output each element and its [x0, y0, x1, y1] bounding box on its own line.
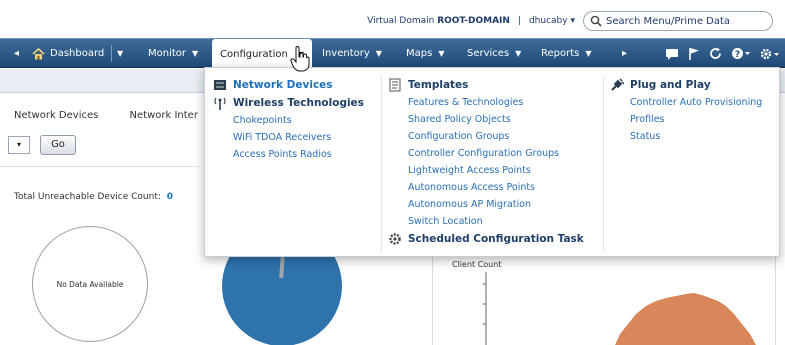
hand-cursor-icon: [290, 46, 310, 72]
user-menu[interactable]: dhucaby ▾: [529, 16, 575, 26]
nav-label-maps: Maps: [406, 48, 433, 59]
chevron-down-icon: ▾: [16, 140, 21, 149]
nav-back-arrow-icon[interactable]: ◂: [14, 39, 19, 68]
chevron-down-icon: ▼: [375, 49, 382, 58]
menu-label-wireless: Wireless Technologies: [233, 97, 364, 109]
virtual-domain-selector[interactable]: Virtual Domain ROOT-DOMAIN: [367, 16, 510, 26]
menu-link-features-technologies[interactable]: Features & Technologies: [388, 94, 605, 111]
chat-icon[interactable]: [665, 48, 679, 60]
nav-item-services[interactable]: Services ▼: [467, 39, 521, 68]
nav-label-inventory: Inventory: [322, 48, 370, 59]
nav-item-monitor[interactable]: Monitor ▼: [148, 39, 198, 68]
panel-border: [432, 248, 433, 345]
nav-item-maps[interactable]: Maps ▼: [406, 39, 444, 68]
chevron-down-icon: ▼: [515, 49, 522, 58]
virtual-domain-name: ROOT-DOMAIN: [437, 16, 510, 26]
divider: [0, 166, 200, 167]
go-button[interactable]: Go: [40, 135, 76, 155]
unreachable-device-count: Total Unreachable Device Count: 0: [14, 192, 173, 202]
nav-label-dashboard: Dashboard: [50, 48, 105, 59]
nav-item-dashboard[interactable]: Dashboard: [32, 39, 104, 68]
background-tabs: Network Devices Network Inter: [14, 110, 226, 121]
chevron-down-icon: ▼: [585, 49, 592, 58]
menu-link-controller-auto-provisioning[interactable]: Controller Auto Provisioning: [610, 94, 777, 111]
search-input[interactable]: [606, 15, 766, 27]
filter-select[interactable]: ▾: [8, 136, 30, 154]
topbar-separator: |: [517, 16, 521, 26]
menu-link-autonomous-aps[interactable]: Autonomous Access Points: [388, 179, 605, 196]
chevron-down-icon: ▼: [192, 49, 199, 58]
main-nav-bar: ◂ Dashboard ▼ Monitor ▼ Configuration ▼ …: [0, 38, 785, 69]
nav-more-arrow-icon[interactable]: ▸: [622, 39, 627, 68]
home-icon: [32, 47, 45, 59]
nav-icon-group: ?: [665, 39, 779, 68]
menu-heading-wireless: Wireless Technologies: [213, 94, 375, 112]
nav-label-monitor: Monitor: [148, 48, 187, 59]
nav-item-reports[interactable]: Reports ▼: [541, 39, 592, 68]
client-count-title: Client Count: [452, 260, 502, 269]
flag-icon[interactable]: [688, 47, 700, 60]
user-caret-icon: ▾: [570, 16, 575, 26]
menu-link-ap-radios[interactable]: Access Points Radios: [213, 146, 375, 163]
menu-link-status[interactable]: Status: [610, 128, 777, 145]
menu-label-network-devices: Network Devices: [233, 79, 333, 91]
menu-label-templates: Templates: [408, 79, 469, 91]
top-status-bar: Virtual Domain ROOT-DOMAIN | dhucaby ▾: [0, 0, 785, 36]
menu-link-autonomous-ap-migration[interactable]: Autonomous AP Migration: [388, 196, 605, 213]
menu-label-scheduled-task: Scheduled Configuration Task: [408, 233, 584, 245]
menu-heading-plug-and-play: Plug and Play: [610, 76, 777, 94]
client-count-area-chart[interactable]: [480, 272, 780, 345]
plug-icon: [611, 78, 624, 91]
svg-text:?: ?: [735, 50, 740, 60]
menu-link-shared-policy-objects[interactable]: Shared Policy Objects: [388, 111, 605, 128]
chart-area-series: [615, 293, 756, 345]
user-name: dhucaby: [528, 16, 568, 26]
nav-separator: [111, 45, 112, 62]
menu-link-switch-location[interactable]: Switch Location: [388, 213, 605, 230]
menu-link-profiles[interactable]: Profiles: [610, 111, 777, 128]
nav-item-inventory[interactable]: Inventory ▼: [322, 39, 382, 68]
refresh-icon[interactable]: [709, 47, 722, 60]
gear-icon: [389, 233, 401, 245]
magnifier-icon[interactable]: [590, 15, 602, 27]
tab-network-interfaces[interactable]: Network Inter: [130, 110, 198, 121]
document-icon: [389, 78, 401, 92]
nav-label-services: Services: [467, 48, 510, 59]
top-status-right: Virtual Domain ROOT-DOMAIN | dhucaby ▾: [367, 10, 773, 32]
antenna-icon: [214, 97, 226, 110]
nav-label-reports: Reports: [541, 48, 580, 59]
no-data-label: No Data Available: [56, 280, 124, 289]
menu-label-plug-and-play: Plug and Play: [630, 79, 711, 91]
menu-link-lightweight-aps[interactable]: Lightweight Access Points: [388, 162, 605, 179]
unreachable-label: Total Unreachable Device Count:: [14, 192, 161, 202]
chevron-down-icon: ▼: [438, 49, 445, 58]
menu-link-controller-config-groups[interactable]: Controller Configuration Groups: [388, 145, 605, 162]
tab-network-devices[interactable]: Network Devices: [14, 110, 98, 121]
menu-link-configuration-groups[interactable]: Configuration Groups: [388, 128, 605, 145]
nav-label-configuration: Configuration: [220, 48, 288, 60]
virtual-domain-prefix: Virtual Domain: [367, 16, 435, 26]
help-icon[interactable]: ?: [731, 47, 750, 60]
menu-item-network-devices[interactable]: Network Devices: [213, 76, 375, 94]
menu-column-plug-and-play: Plug and Play Controller Auto Provisioni…: [603, 76, 777, 252]
menu-column-templates: Templates Features & Technologies Shared…: [381, 76, 605, 252]
network-device-icon: [214, 80, 226, 90]
menu-heading-templates: Templates: [388, 76, 605, 94]
search-box[interactable]: [583, 11, 773, 31]
gear-icon[interactable]: [759, 47, 779, 61]
nav-caret-dashboard[interactable]: ▼: [117, 39, 123, 68]
configuration-dropdown-menu: Network Devices Wireless Technologies Ch…: [204, 67, 780, 257]
unreachable-count[interactable]: 0: [167, 192, 173, 202]
menu-link-wifi-tdoa[interactable]: WiFi TDOA Receivers: [213, 129, 375, 146]
menu-link-chokepoints[interactable]: Chokepoints: [213, 112, 375, 129]
menu-item-scheduled-task[interactable]: Scheduled Configuration Task: [388, 230, 605, 248]
menu-column-devices: Network Devices Wireless Technologies Ch…: [213, 76, 375, 163]
